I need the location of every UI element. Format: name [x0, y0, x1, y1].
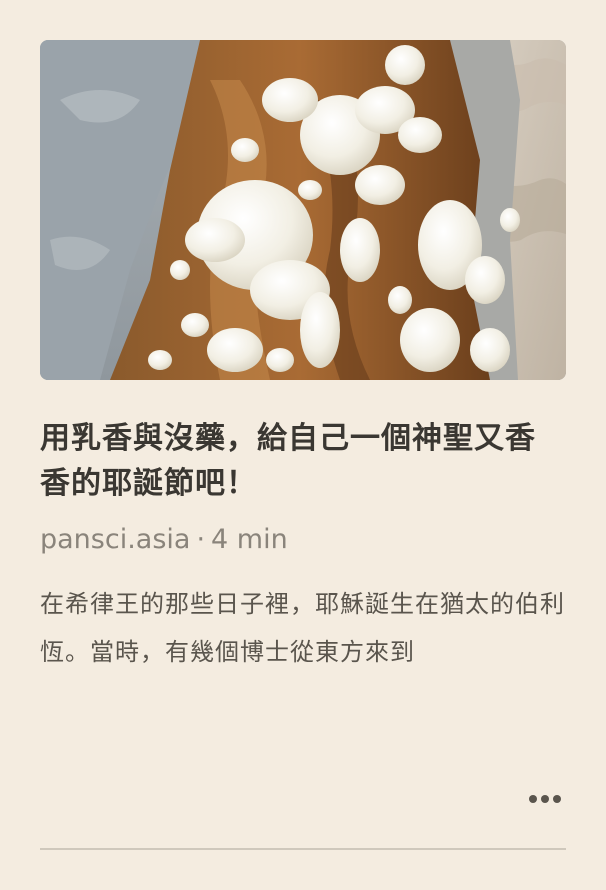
frankincense-image	[40, 40, 566, 380]
read-time: 4 min	[211, 524, 288, 555]
more-horizontal-icon	[527, 795, 563, 803]
more-options-button[interactable]	[524, 784, 566, 814]
article-meta: pansci.asia · 4 min	[40, 522, 566, 558]
article-title[interactable]: 用乳香與沒藥，給自己一個神聖又香香的耶誕節吧！	[40, 416, 566, 506]
source-name[interactable]: pansci.asia	[40, 524, 190, 555]
article-thumbnail[interactable]	[40, 40, 566, 380]
divider	[40, 848, 566, 850]
article-excerpt: 在希律王的那些日子裡，耶穌誕生在猶太的伯利恆。當時，有幾個博士從東方來到	[40, 590, 565, 666]
article-card[interactable]: 用乳香與沒藥，給自己一個神聖又香香的耶誕節吧！ pansci.asia · 4 mi…	[40, 40, 566, 676]
meta-separator: ·	[196, 524, 206, 555]
